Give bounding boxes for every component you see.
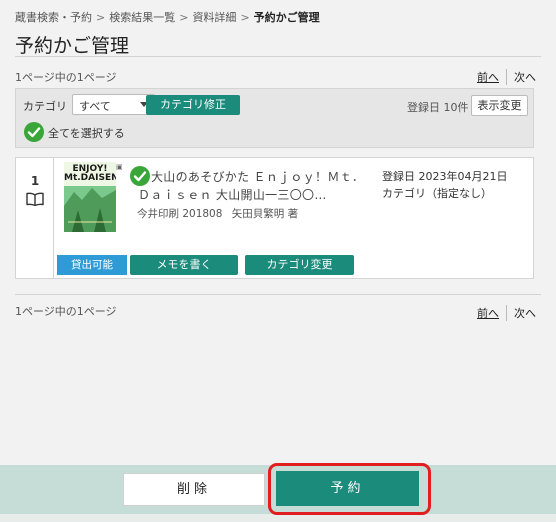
breadcrumb: 蔵書検索・予約 > 検索結果一覧 > 資料詳細 > 予約かご管理 bbox=[15, 9, 320, 25]
item-title[interactable]: 大山のあそびかた Ｅｎｊｏｙ！Ｍｔ． Ｄａｉｓｅｎ 大山開山一三〇〇… bbox=[138, 168, 379, 204]
page-title: 予約かご管理 bbox=[15, 35, 130, 57]
reserve-button[interactable]: 予約 bbox=[276, 471, 419, 506]
delete-button[interactable]: 削除 bbox=[123, 473, 265, 506]
cover-title: ENJOY! Mt.DAISEN bbox=[64, 165, 116, 183]
basket-toolbar: カテゴリ すべて カテゴリ修正 登録日 10件 表示変更 全てを選択する bbox=[15, 88, 534, 148]
item-author: 矢田貝繁明 著 bbox=[231, 208, 299, 220]
pager-nav-top: 前へ 次へ bbox=[477, 69, 536, 85]
list-divider bbox=[15, 294, 541, 295]
category-select[interactable]: すべて bbox=[72, 94, 155, 115]
breadcrumb-detail[interactable]: 資料詳細 bbox=[192, 11, 236, 24]
breadcrumb-separator: > bbox=[179, 11, 189, 24]
pager-next-link[interactable]: 次へ bbox=[507, 305, 536, 321]
category-change-button[interactable]: カテゴリ変更 bbox=[245, 255, 354, 275]
breadcrumb-search[interactable]: 蔵書検索・予約 bbox=[15, 11, 92, 24]
pager-nav-bottom: 前へ 次へ bbox=[477, 305, 536, 321]
display-change-button[interactable]: 表示変更 bbox=[471, 95, 528, 116]
item-category: カテゴリ（指定なし） bbox=[382, 187, 492, 200]
breadcrumb-separator: > bbox=[96, 11, 106, 24]
breadcrumb-current: 予約かご管理 bbox=[253, 11, 320, 24]
pager-prev-link[interactable]: 前へ bbox=[477, 69, 507, 85]
cover-title-line2: Mt.DAISEN bbox=[64, 173, 116, 183]
item-title-line1: 大山のあそびかた Ｅｎｊｏｙ！Ｍｔ． bbox=[151, 170, 365, 184]
breadcrumb-results[interactable]: 検索結果一覧 bbox=[109, 11, 175, 24]
status-badge: 貸出可能 bbox=[57, 255, 127, 275]
select-all-label[interactable]: 全てを選択する bbox=[48, 125, 125, 141]
check-circle-icon[interactable] bbox=[130, 166, 150, 186]
item-title-line2: Ｄａｉｓｅｎ 大山開山一三〇〇… bbox=[138, 188, 327, 202]
breadcrumb-separator: > bbox=[240, 11, 250, 24]
category-edit-button[interactable]: カテゴリ修正 bbox=[146, 95, 240, 115]
category-label: カテゴリ bbox=[23, 100, 67, 113]
footer-strip bbox=[0, 514, 556, 522]
pager-info-bottom: 1ページ中の1ページ bbox=[15, 305, 117, 318]
pager-next-link[interactable]: 次へ bbox=[507, 69, 536, 85]
pager-prev-link[interactable]: 前へ bbox=[477, 305, 507, 321]
item-number: 1 bbox=[30, 174, 40, 188]
item-number-column: 1 bbox=[16, 158, 54, 278]
write-memo-button[interactable]: メモを書く bbox=[130, 255, 238, 275]
new-badge-icon: ▣ bbox=[116, 163, 123, 171]
book-icon bbox=[26, 192, 44, 206]
category-select-value: すべて bbox=[79, 100, 111, 113]
item-registered-date: 登録日 2023年04月21日 bbox=[382, 170, 508, 183]
basket-item: 1 ENJOY! Mt.DAISEN ▣ 大山のあそびかた Ｅｎｊｏｙ！Ｍｔ． … bbox=[15, 157, 534, 279]
title-divider bbox=[15, 56, 541, 57]
sort-count: 登録日 10件 bbox=[407, 101, 469, 114]
check-circle-icon[interactable] bbox=[24, 122, 44, 142]
item-publisher: 今井印刷 201808 bbox=[137, 208, 223, 220]
item-publication: 今井印刷 201808 矢田貝繁明 著 bbox=[137, 206, 298, 221]
book-cover-image[interactable]: ENJOY! Mt.DAISEN bbox=[64, 162, 116, 232]
pager-info-top: 1ページ中の1ページ bbox=[15, 71, 117, 84]
